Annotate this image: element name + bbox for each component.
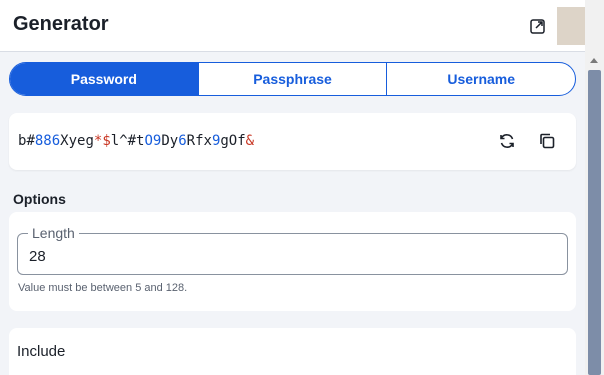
scroll-thumb[interactable] — [588, 70, 601, 375]
scroll-up-icon[interactable] — [590, 58, 598, 63]
password-segment: gOf — [220, 133, 246, 149]
length-field[interactable]: Length 28 — [17, 225, 568, 275]
password-segment: Rfx — [186, 133, 212, 149]
page-title: Generator — [13, 13, 109, 35]
password-segment: 886 — [34, 133, 61, 149]
copy-icon[interactable] — [536, 130, 558, 152]
popout-icon[interactable] — [528, 16, 548, 36]
tab-passphrase[interactable]: Passphrase — [197, 63, 387, 95]
password-segment: Dy — [161, 133, 179, 149]
length-input[interactable]: 28 — [29, 248, 46, 265]
options-card: Length 28 Value must be between 5 and 12… — [9, 212, 576, 311]
password-segment: # — [26, 133, 35, 149]
password-segment: l — [110, 133, 120, 149]
include-heading: Include — [17, 343, 66, 360]
password-segment: ^# — [119, 133, 137, 149]
options-heading: Options — [13, 191, 66, 207]
password-segment: *$ — [93, 133, 111, 149]
generated-password: b#886Xyeg*$l^#tO9Dy6Rfx9gOf& — [18, 133, 254, 149]
refresh-icon[interactable] — [496, 130, 518, 152]
tab-password[interactable]: Password — [10, 63, 198, 95]
generated-password-card: b#886Xyeg*$l^#tO9Dy6Rfx9gOf& — [9, 113, 576, 170]
scrollbar[interactable] — [585, 0, 604, 375]
password-segment: 6 — [178, 133, 187, 149]
password-segment: O9 — [144, 133, 162, 149]
tab-username[interactable]: Username — [386, 63, 575, 95]
password-segment: & — [245, 133, 255, 149]
header: Generator — [0, 0, 595, 52]
generator-type-tabs: Password Passphrase Username — [9, 62, 576, 96]
password-segment: Xyeg — [60, 133, 94, 149]
length-label: Length — [28, 225, 79, 241]
length-hint: Value must be between 5 and 128. — [18, 282, 188, 294]
include-card: Include — [9, 328, 576, 375]
